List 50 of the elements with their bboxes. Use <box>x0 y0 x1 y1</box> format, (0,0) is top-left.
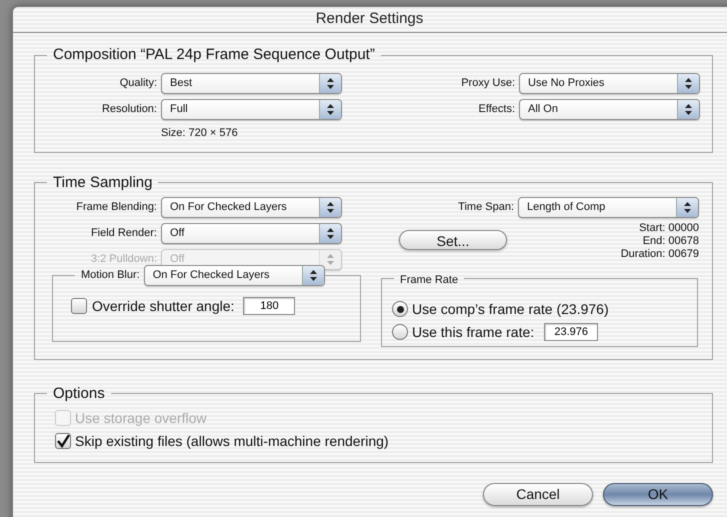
dropdown[interactable]: Best <box>161 73 342 94</box>
checkbox[interactable] <box>55 433 71 449</box>
set-button[interactable]: Set... <box>399 230 507 250</box>
ok-button[interactable]: OK <box>603 482 713 506</box>
time-info: End: 00678 <box>642 234 699 248</box>
size-label: Size: 720 × 576 <box>161 126 239 141</box>
group-title: Time Sampling <box>53 174 152 190</box>
field-label: 3:2 Pulldown: <box>90 252 158 267</box>
dropdown[interactable]: On For Checked Layers <box>144 264 325 286</box>
radio-label: Use comp’s frame rate (23.976) <box>412 300 609 319</box>
up-down-arrows-icon <box>327 104 334 115</box>
dropdown[interactable]: Use No Proxies <box>519 73 700 94</box>
radio-button[interactable] <box>392 301 408 317</box>
checkbox-label: Use storage overflow <box>75 408 207 428</box>
check-mark-icon <box>56 434 70 448</box>
dropdown[interactable]: Length of Comp <box>518 196 699 218</box>
field-label: Motion Blur: <box>80 268 141 283</box>
radio-label: Use this frame rate: <box>412 322 534 342</box>
field-label: Field Render: <box>90 226 158 241</box>
up-down-arrows-icon <box>685 78 692 89</box>
group-title: Composition “PAL 24p Frame Sequence Output” <box>53 46 375 63</box>
time-info: Start: 00000 <box>639 222 699 234</box>
up-down-arrows-icon <box>327 78 334 89</box>
field-label: Quality: <box>118 76 158 92</box>
dropdown[interactable]: All On <box>519 99 700 120</box>
field-label: Resolution: <box>100 102 158 118</box>
checkbox-label: Skip existing files (allows multi-machine rendering) <box>75 432 389 451</box>
field-label: Frame Blending: <box>75 200 158 215</box>
dropdown[interactable]: Off <box>161 222 342 244</box>
up-down-arrows-icon <box>327 254 334 264</box>
checkbox-label: Override shutter angle: <box>92 296 234 316</box>
up-down-arrows-icon <box>685 104 692 115</box>
radio-button[interactable] <box>392 324 408 340</box>
up-down-arrows-icon <box>327 228 334 238</box>
field-label: Time Span: <box>458 200 515 215</box>
text-field[interactable]: 23.976 <box>544 323 598 341</box>
time-info: Duration: 00679 <box>620 248 699 260</box>
dropdown[interactable]: On For Checked Layers <box>161 196 342 218</box>
up-down-arrows-icon <box>310 270 317 280</box>
text-field[interactable]: 180 <box>243 297 296 315</box>
dropdown[interactable]: Full <box>161 99 342 120</box>
group-title: Options <box>53 384 105 402</box>
checkbox[interactable] <box>71 298 87 314</box>
field-label: Effects: <box>478 102 516 118</box>
cancel-button[interactable]: Cancel <box>483 482 593 506</box>
up-down-arrows-icon <box>327 202 334 212</box>
up-down-arrows-icon <box>684 202 691 212</box>
window-title: Render Settings <box>316 9 424 30</box>
field-label: Proxy Use: <box>460 76 516 92</box>
group-title: Frame Rate <box>400 274 458 286</box>
